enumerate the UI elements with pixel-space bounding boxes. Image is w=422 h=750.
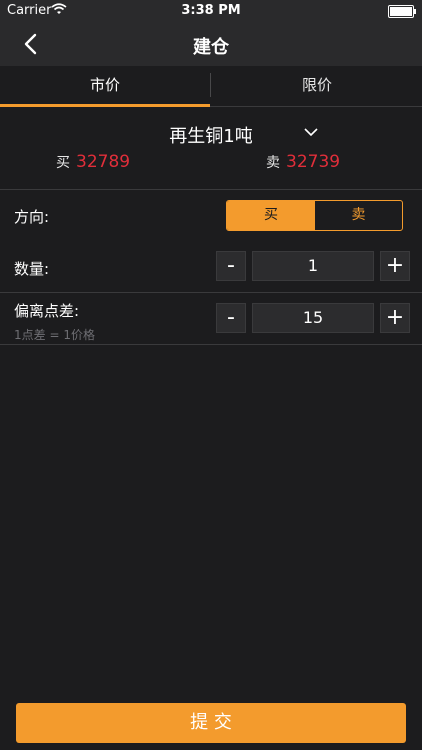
sell-price: 卖 32739 xyxy=(266,152,340,172)
tab-market[interactable]: 市价 xyxy=(0,66,210,107)
product-name: 再生铜1吨 xyxy=(169,126,253,147)
buy-price: 买 32789 xyxy=(56,152,130,172)
buy-price-value: 32789 xyxy=(76,152,131,172)
navigation-bar: 建仓 xyxy=(0,22,422,66)
page-title: 建仓 xyxy=(193,37,229,58)
tab-limit[interactable]: 限价 xyxy=(212,66,422,104)
order-type-tabs: 市价 限价 xyxy=(0,66,422,107)
direction-buy-button[interactable]: 买 xyxy=(227,201,315,230)
battery-icon xyxy=(388,5,416,18)
deviation-plus-button[interactable]: + xyxy=(380,303,410,333)
status-bar: Carrier 3:38 PM xyxy=(0,0,422,22)
deviation-input[interactable]: 15 xyxy=(252,303,374,333)
tab-divider xyxy=(210,73,211,97)
sell-price-value: 32739 xyxy=(286,152,341,172)
deviation-label: 偏离点差: xyxy=(14,302,80,320)
quantity-input[interactable]: 1 xyxy=(252,251,374,281)
chevron-down-icon[interactable] xyxy=(303,124,319,140)
deviation-stepper: - 15 + xyxy=(216,303,410,333)
quantity-label: 数量: xyxy=(14,260,50,278)
direction-label: 方向: xyxy=(14,208,50,226)
deviation-row: 偏离点差: 1点差 = 1价格 - 15 + xyxy=(0,292,422,345)
quantity-plus-button[interactable]: + xyxy=(380,251,410,281)
quantity-row: 数量: - 1 + xyxy=(0,240,422,293)
submit-button[interactable]: 提 交 xyxy=(16,703,406,743)
direction-sell-button[interactable]: 卖 xyxy=(315,201,402,230)
quantity-minus-button[interactable]: - xyxy=(216,251,246,281)
sell-price-label: 卖 xyxy=(266,155,280,171)
quantity-stepper: - 1 + xyxy=(216,251,410,281)
buy-price-label: 买 xyxy=(56,155,70,171)
clock: 3:38 PM xyxy=(181,3,241,18)
deviation-minus-button[interactable]: - xyxy=(216,303,246,333)
product-selector[interactable]: 再生铜1吨 买 32789 卖 32739 xyxy=(0,106,422,190)
direction-selector: 买 卖 xyxy=(226,200,403,231)
direction-row: 方向: 买 卖 xyxy=(0,190,422,240)
deviation-hint: 1点差 = 1价格 xyxy=(14,328,95,342)
